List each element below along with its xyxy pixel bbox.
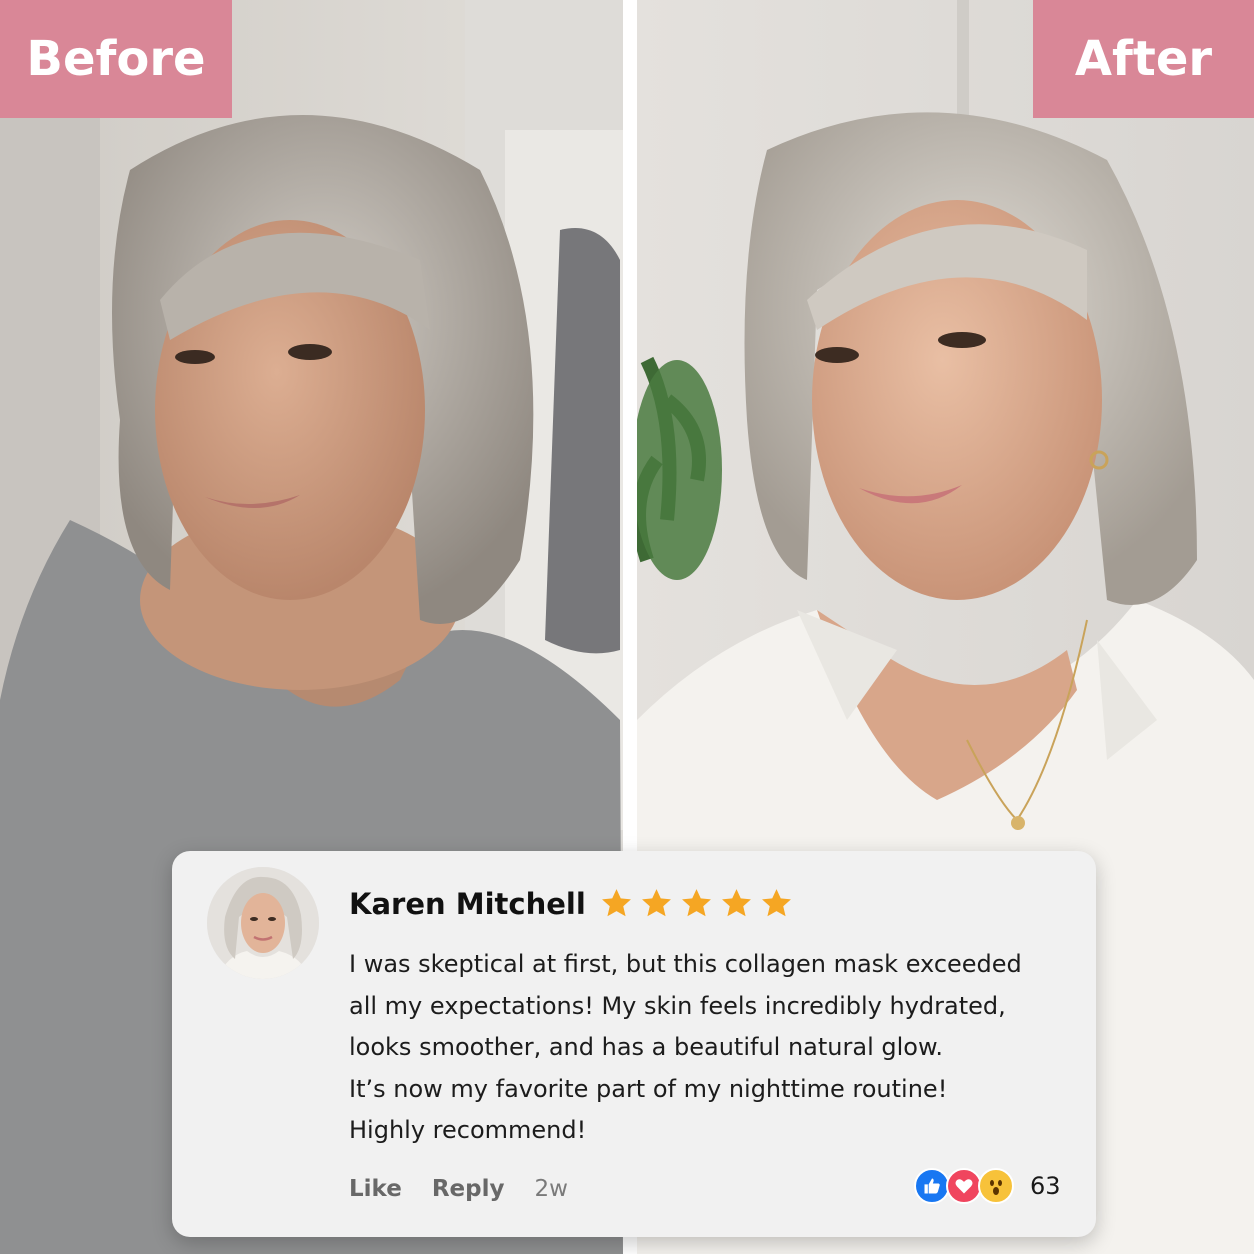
star-icon	[602, 889, 631, 917]
review-card: Karen Mitchell I was skeptical at first,…	[172, 851, 1096, 1237]
review-line: Highly recommend!	[349, 1116, 587, 1144]
star-rating	[600, 887, 793, 920]
love-icon	[946, 1168, 982, 1204]
reviewer-name: Karen Mitchell	[349, 887, 586, 921]
review-line: It’s now my favorite part of my nighttim…	[349, 1074, 948, 1103]
before-label: Before	[0, 0, 232, 118]
avatar-image	[207, 867, 319, 979]
reply-button[interactable]: Reply	[432, 1176, 505, 1202]
review-line: looks smoother, and has a beautiful natu…	[349, 1033, 943, 1061]
review-line: I was skeptical at first, but this colla…	[349, 950, 1022, 978]
star-icon	[722, 889, 751, 917]
review-line: all my expectations! My skin feels incre…	[349, 991, 1006, 1020]
star-icon	[682, 889, 711, 917]
reaction-count: 63	[1030, 1172, 1061, 1200]
like-button[interactable]: Like	[349, 1176, 402, 1202]
reactions[interactable]: 63	[914, 1168, 1061, 1204]
avatar	[207, 867, 319, 979]
star-icon	[642, 889, 671, 917]
star-icon	[762, 889, 791, 917]
after-label: After	[1033, 0, 1254, 118]
review-text: I was skeptical at first, but this colla…	[349, 944, 1049, 1152]
timestamp: 2w	[534, 1176, 568, 1202]
like-icon	[914, 1168, 950, 1204]
wow-icon	[978, 1168, 1014, 1204]
comment-actions: Like Reply 2w	[349, 1176, 568, 1202]
